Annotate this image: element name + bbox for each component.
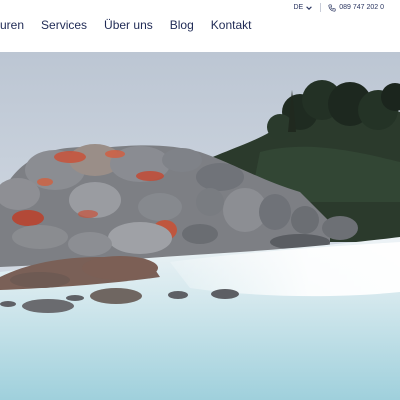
hero-landscape — [0, 52, 400, 400]
phone-number: 089 747 202 0 — [339, 4, 384, 11]
nav-item-kontakt[interactable]: Kontakt — [211, 18, 252, 32]
utility-bar: DE 089 747 202 0 — [294, 3, 384, 12]
nav-item-services[interactable]: Services — [41, 18, 87, 32]
nav-item-touren[interactable]: nturen — [0, 18, 24, 32]
language-label: DE — [293, 4, 304, 11]
chevron-down-icon — [306, 5, 313, 10]
phone-icon — [328, 3, 336, 12]
nav-item-ueber-uns[interactable]: Über uns — [104, 18, 153, 32]
hero-image — [0, 52, 400, 400]
nav-item-blog[interactable]: Blog — [170, 18, 194, 32]
site-header: nturen Services Über uns Blog Kontakt DE… — [0, 0, 400, 52]
main-navigation: nturen Services Über uns Blog Kontakt — [0, 18, 268, 32]
phone-link[interactable]: 089 747 202 0 — [328, 3, 384, 12]
utility-divider — [320, 3, 322, 12]
language-selector[interactable]: DE — [294, 4, 314, 12]
